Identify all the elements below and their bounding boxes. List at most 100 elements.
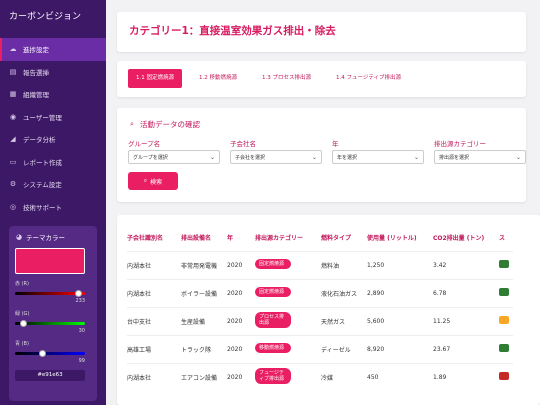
title-card: カテゴリー1：直接温室効果ガス排出・除去 — [117, 12, 526, 52]
cell-usage: 450 — [367, 362, 433, 391]
cell-usage: 5,600 — [367, 306, 433, 335]
status-badge — [499, 372, 509, 381]
select-value: 子会社を選択 — [235, 154, 266, 161]
sidebar-item[interactable]: ◢ データ分析 — [0, 128, 106, 151]
cell-status — [499, 250, 513, 279]
cell-equipment: ボイラー設備 — [181, 278, 227, 307]
sidebar-item[interactable]: ◎ 技術サポート — [0, 196, 106, 219]
filter-field: 子会社名 子会社を選択 ⌄ — [230, 138, 322, 164]
cell-company: 内湖本社 — [127, 362, 181, 391]
column-header[interactable]: 排出設備名 — [181, 225, 227, 251]
document-icon: ▤ — [9, 67, 17, 76]
search-button-icon: ⌕ — [143, 177, 148, 184]
cell-usage: 8,920 — [367, 334, 433, 363]
red-label: 赤 (R) — [15, 281, 29, 287]
cell-company: 内湖本社 — [127, 250, 181, 279]
cell-category: 固定燃焼源 — [255, 250, 321, 279]
cell-fuel: 燃料油 — [321, 250, 367, 279]
filter-field: グループ名 グループを選択 ⌄ — [128, 138, 220, 164]
sidebar-item[interactable]: ☁ 進捗設定 — [0, 38, 106, 61]
select-value: グループを選択 — [133, 154, 168, 161]
filter-field: 年年を選択 ⌄ — [332, 138, 424, 164]
sidebar-item-label: 報告選挿 — [23, 68, 49, 77]
emissions-table: 子会社識別名 排出設備名年排出源カテゴリー 燃料タイプ 使用量 (リットル) CO2排出… — [127, 225, 513, 391]
category-badge: 固定燃焼源 — [255, 287, 291, 297]
cell-equipment: トラック隊 — [181, 334, 227, 363]
page-title: カテゴリー1：直接温室効果ガス排出・除去 — [129, 25, 336, 37]
sidebar-item-label: 組織管理 — [23, 91, 49, 100]
table-row[interactable]: 高雄工場 トラック隊 2020 移動燃焼源 ディーゼル 8,920 23.67 — [127, 334, 513, 363]
filter-field: 排出源カテゴリー排出源を選択 ⌄ — [434, 138, 526, 164]
palette-icon: ◕ — [15, 233, 23, 241]
search-button[interactable]: ⌕ 検索 — [128, 172, 178, 190]
sidebar-item-label: システム設定 — [23, 181, 62, 190]
cell-equipment: 非常用発電機 — [181, 250, 227, 279]
tab-item[interactable]: 1.4 フュージティブ排出源 — [328, 69, 409, 88]
filter-title: 活動データの確認 — [140, 120, 200, 129]
filter-select[interactable]: 年を選択 ⌄ — [332, 150, 424, 164]
column-header[interactable]: 年 — [227, 225, 255, 251]
color-swatch — [15, 248, 85, 274]
cell-fuel: 冷媒 — [321, 362, 367, 391]
tab-item[interactable]: 1.1 固定燃焼源 — [128, 69, 182, 88]
blue-value: 99 — [78, 358, 85, 364]
column-header[interactable]: CO2排出量 (トン) — [433, 225, 499, 251]
filter-title-row: ⌕ 活動データの確認 — [128, 119, 515, 130]
field-label: 排出源カテゴリー — [434, 140, 486, 148]
table-row[interactable]: 内湖本社 非常用発電機 2020 固定燃焼源 燃料油 1,250 3.42 — [127, 250, 513, 279]
cell-usage: 2,890 — [367, 278, 433, 307]
status-badge — [499, 260, 509, 268]
cell-fuel: 液化石油ガス — [321, 278, 367, 307]
tab-item[interactable]: 1.3 プロセス排出源 — [254, 69, 319, 88]
chevron-down-icon: ⌄ — [209, 153, 215, 161]
hex-value[interactable]: #e91e63 — [15, 370, 85, 381]
table-row[interactable]: 内湖本社 ボイラー設備 2020 固定燃焼源 液化石油ガス 2,890 6.78 — [127, 278, 513, 307]
select-value: 排出源を選択 — [439, 154, 470, 161]
green-slider[interactable] — [15, 319, 85, 327]
sidebar-item[interactable]: ⚙ システム設定 — [0, 173, 106, 196]
column-header[interactable]: 子会社識別名 — [127, 225, 181, 251]
field-label: 年 — [332, 140, 339, 148]
filter-fields: グループ名 グループを選択 ⌄ 子会社名 子会社を選択 ⌄ 年年を選択 ⌄ 排出源カテゴリー 排出… — [128, 138, 526, 164]
category-badge: プロセス排出源 — [255, 312, 291, 328]
blue-slider-thumb[interactable] — [38, 349, 46, 357]
red-slider[interactable] — [15, 289, 85, 297]
sidebar-item[interactable]: ▭ レポート作成 — [0, 151, 106, 174]
red-slider-thumb[interactable] — [75, 289, 83, 297]
filter-select[interactable]: グループを選択 ⌄ — [128, 150, 220, 164]
table-body: 内湖本社 非常用発電機 2020 固定燃焼源 燃料油 1,250 3.42 内湖本社 ボイラー設… — [127, 250, 513, 391]
theme-color-panel: ◕ テーマカラー 赤 (R) 233 緑 (G) 30 青 (B) 99 #e9… — [9, 226, 97, 401]
cell-category: 移動燃焼源 — [255, 334, 321, 363]
table-row[interactable]: 内湖本社 エアコン設備 2020 フュージティブ排出源 冷媒 450 1.89 — [127, 362, 513, 391]
cell-usage: 1,250 — [367, 250, 433, 279]
status-badge — [499, 288, 509, 296]
column-header[interactable]: ス — [499, 225, 513, 251]
sidebar-item[interactable]: ▤ 報告選挿 — [0, 61, 106, 84]
cell-fuel: 天然ガス — [321, 306, 367, 335]
chart-icon: ◢ — [10, 135, 16, 144]
theme-title: テーマカラー — [26, 234, 65, 242]
green-slider-thumb[interactable] — [19, 319, 27, 327]
column-header[interactable]: 使用量 (リットル) — [367, 225, 433, 251]
chevron-down-icon: ⌄ — [515, 153, 521, 161]
sidebar-item[interactable]: ◉ ユーザー管理 — [0, 106, 106, 129]
category-badge: 固定燃焼源 — [255, 259, 291, 269]
help-icon: ◎ — [9, 202, 17, 211]
column-header[interactable]: 燃料タイプ — [321, 225, 367, 251]
cell-fuel: ディーゼル — [321, 334, 367, 363]
blue-slider[interactable] — [15, 349, 85, 357]
column-header[interactable]: 排出源カテゴリー — [255, 225, 321, 251]
category-badge: フュージティブ排出源 — [255, 368, 291, 385]
table-row[interactable]: 台中支社 生産設備 2020 プロセス排出源 天然ガス 5,600 11.25 — [127, 306, 513, 335]
chevron-down-icon: ⌄ — [413, 153, 419, 161]
green-slider-block: 緑 (G) 30 — [15, 310, 91, 334]
filter-select[interactable]: 子会社を選択 ⌄ — [230, 150, 322, 164]
sidebar-item[interactable]: ▦ 組織管理 — [0, 83, 106, 106]
tab-item[interactable]: 1.2 移動燃焼源 — [191, 69, 245, 88]
file-icon: ▭ — [9, 157, 17, 166]
sidebar-item-label: 進捗設定 — [23, 46, 49, 55]
green-value: 30 — [78, 328, 85, 334]
filter-select[interactable]: 排出源を選択 ⌄ — [434, 150, 526, 164]
cell-year: 2020 — [227, 362, 255, 391]
cell-category: フュージティブ排出源 — [255, 362, 321, 391]
